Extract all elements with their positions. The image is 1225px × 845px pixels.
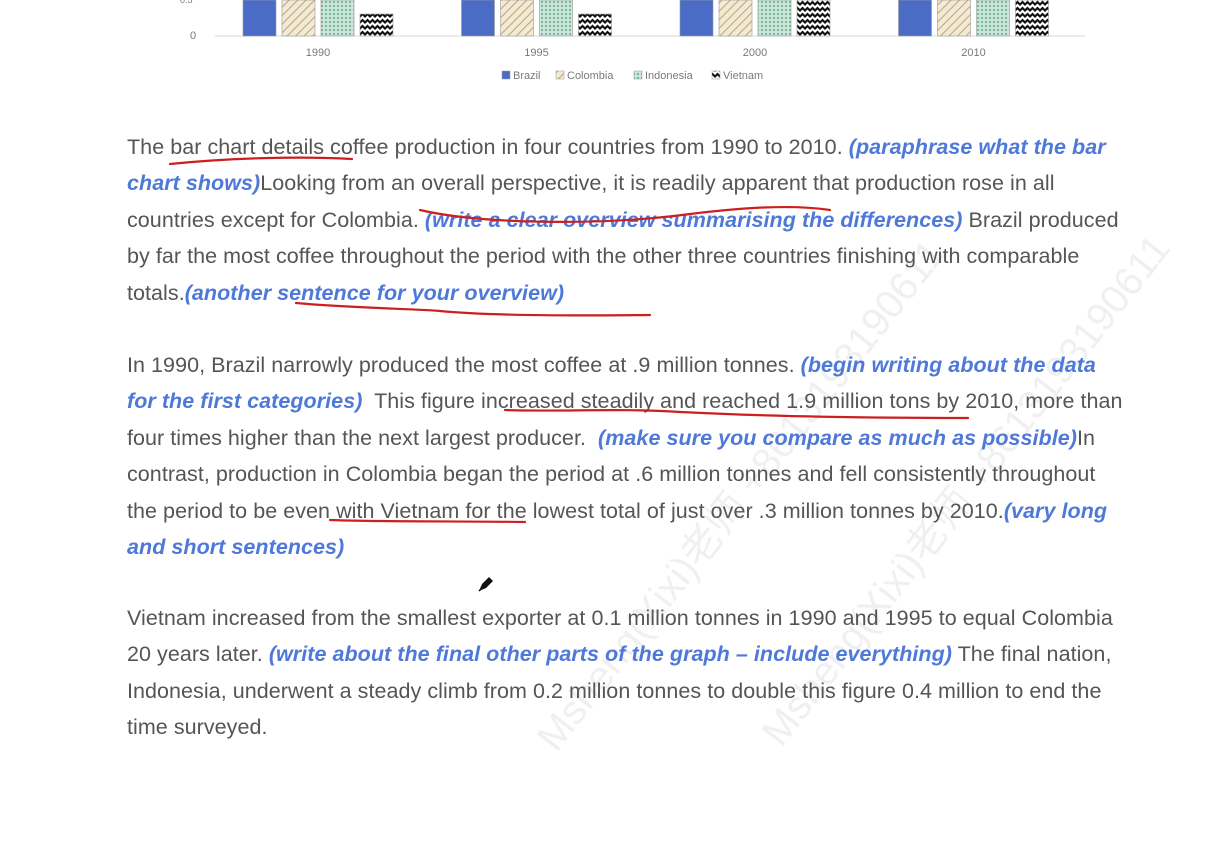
bar-indonesia-2010 bbox=[976, 0, 1010, 37]
bar-vietnam-1990 bbox=[359, 13, 394, 37]
y-tick-label-partial: 0.5 bbox=[180, 0, 193, 5]
bar-chart: 0 0.5 1990 1995 2000 2010 Brazil Colombia Ind… bbox=[180, 0, 1085, 82]
x-tick-label: 1990 bbox=[306, 47, 330, 59]
sentence: In 1990, Brazil narrowly produced the mo… bbox=[127, 353, 795, 377]
tutor-note: (write a clear overview summarising the … bbox=[424, 207, 963, 232]
essay-paragraph-body-1: In 1990, Brazil narrowly produced the mo… bbox=[127, 347, 1127, 565]
bar-colombia-2010 bbox=[937, 0, 971, 37]
bar-vietnam-2010 bbox=[1015, 0, 1049, 37]
bar-indonesia-2000 bbox=[757, 0, 792, 37]
x-tick-label: 2010 bbox=[961, 47, 985, 59]
bar-brazil-2000 bbox=[679, 0, 714, 37]
legend-swatch-colombia bbox=[555, 70, 565, 80]
legend-label-vietnam: Vietnam bbox=[723, 70, 763, 82]
bar-indonesia-1990 bbox=[320, 0, 355, 37]
sentence: The bar chart details coffee production … bbox=[127, 135, 843, 159]
bar-colombia-1995 bbox=[500, 0, 534, 37]
bar-brazil-2010 bbox=[898, 0, 932, 37]
essay-paragraph-overview: The bar chart details coffee production … bbox=[127, 129, 1127, 311]
legend-swatch-brazil bbox=[501, 70, 511, 80]
x-tick-label: 1995 bbox=[524, 47, 548, 59]
bar-colombia-2000 bbox=[718, 0, 753, 37]
bars-layer bbox=[242, 0, 1049, 37]
pen-cursor-icon bbox=[478, 577, 493, 592]
y-tick-label: 0 bbox=[190, 30, 196, 42]
essay-paragraph-body-2: Vietnam increased from the smallest expo… bbox=[127, 600, 1127, 746]
bar-brazil-1990 bbox=[242, 0, 277, 37]
tutor-note: (write about the final other parts of th… bbox=[268, 642, 952, 667]
legend-label-colombia: Colombia bbox=[567, 70, 614, 82]
x-tick-label: 2000 bbox=[743, 47, 767, 59]
bar-vietnam-1995 bbox=[578, 13, 612, 37]
tutor-note: (make sure you compare as much as possib… bbox=[598, 425, 1077, 450]
legend-label-indonesia: Indonesia bbox=[645, 70, 694, 82]
legend-label-brazil: Brazil bbox=[513, 70, 541, 82]
bar-indonesia-1995 bbox=[539, 0, 573, 37]
bar-vietnam-2000 bbox=[796, 0, 831, 37]
bar-colombia-1990 bbox=[281, 0, 316, 37]
chart-legend: Brazil Colombia Indonesia Vietnam bbox=[501, 70, 763, 82]
legend-swatch-indonesia bbox=[633, 70, 643, 80]
tutor-note: (another sentence for your overview) bbox=[184, 280, 565, 305]
legend-swatch-vietnam bbox=[711, 70, 721, 80]
x-tick-labels: 1990 1995 2000 2010 bbox=[306, 47, 986, 59]
bar-brazil-1995 bbox=[461, 0, 495, 37]
